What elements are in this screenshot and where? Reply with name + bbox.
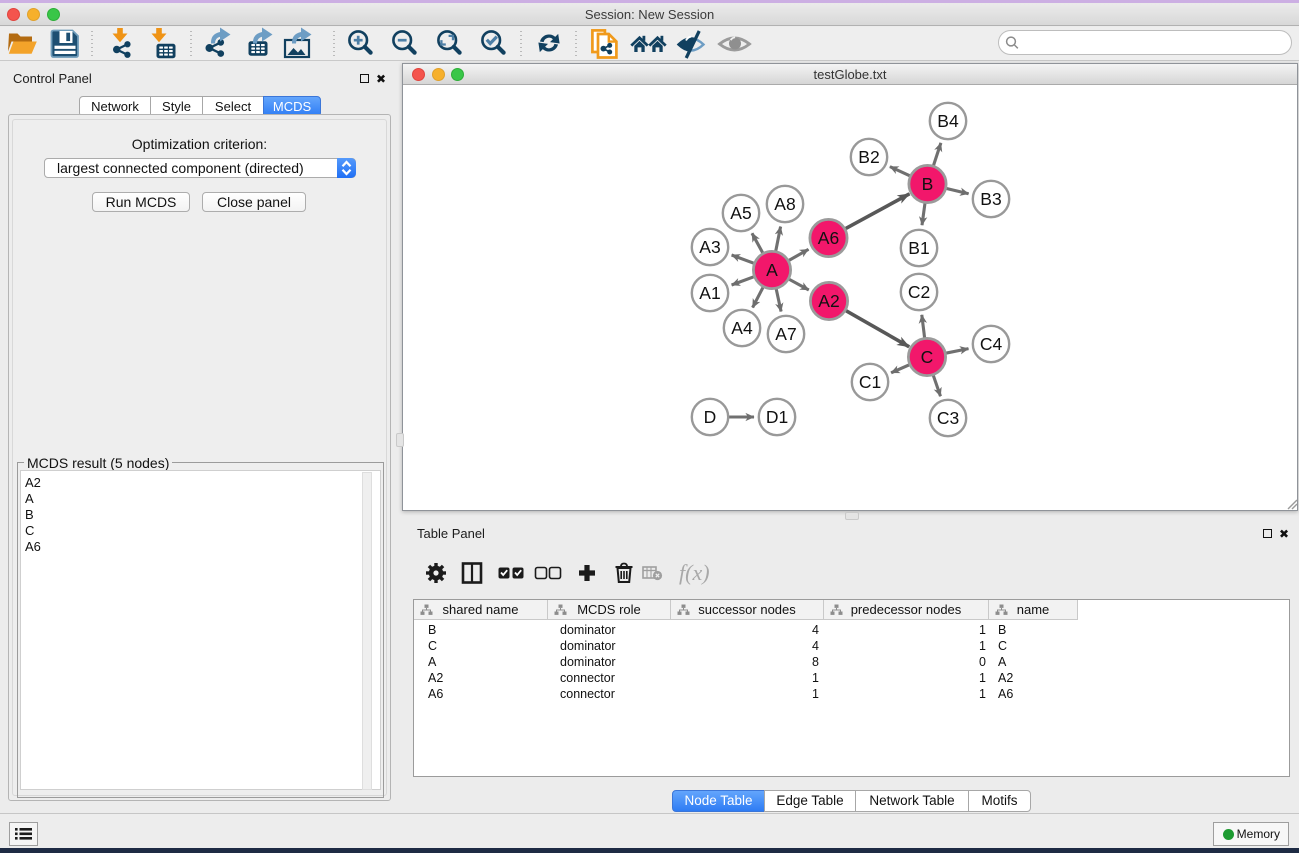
svg-text:B1: B1 [908, 238, 929, 258]
svg-text:C3: C3 [937, 408, 959, 428]
svg-text:A4: A4 [731, 318, 753, 338]
svg-text:A5: A5 [730, 203, 751, 223]
svg-text:C4: C4 [980, 334, 1003, 354]
svg-text:B4: B4 [937, 111, 959, 131]
svg-text:C1: C1 [859, 372, 881, 392]
svg-text:f(x): f(x) [679, 560, 710, 585]
svg-text:C: C [921, 347, 934, 367]
svg-text:A1: A1 [699, 283, 720, 303]
svg-text:A: A [766, 260, 778, 280]
svg-text:A3: A3 [699, 237, 720, 257]
svg-text:B2: B2 [858, 147, 879, 167]
svg-text:A7: A7 [775, 324, 796, 344]
svg-text:D: D [704, 407, 717, 427]
svg-text:B3: B3 [980, 189, 1001, 209]
svg-text:A8: A8 [774, 194, 795, 214]
svg-text:C2: C2 [908, 282, 930, 302]
svg-text:D1: D1 [766, 407, 788, 427]
svg-text:A2: A2 [818, 291, 839, 311]
svg-text:B: B [922, 174, 934, 194]
svg-text:A6: A6 [818, 228, 839, 248]
